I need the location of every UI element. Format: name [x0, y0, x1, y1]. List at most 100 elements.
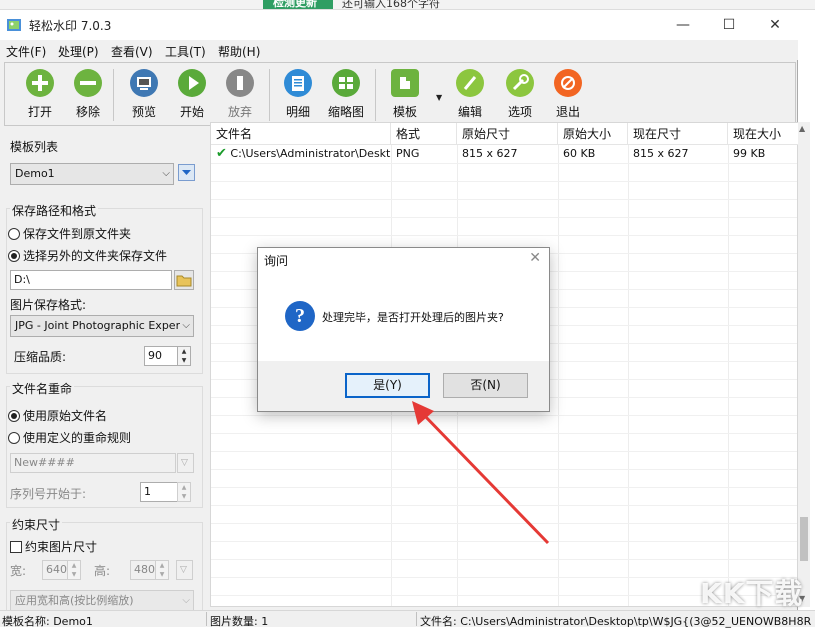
- grid-line: [211, 181, 797, 182]
- question-icon: ?: [285, 301, 315, 331]
- height-spinner[interactable]: ▲ ▼: [155, 560, 169, 580]
- chevron-down-icon: ⌵: [182, 595, 190, 606]
- format-select[interactable]: JPG - Joint Photographic Experts ( ⌵: [10, 315, 194, 337]
- width-input[interactable]: 640: [42, 560, 68, 580]
- exit-label: 退出: [555, 105, 580, 119]
- resize-mode-select[interactable]: 应用宽和高(按比例缩放) ⌵: [10, 590, 194, 612]
- minimize-button[interactable]: —: [660, 12, 706, 38]
- options-label: 选项: [507, 105, 532, 119]
- template-label: 模板: [392, 105, 417, 119]
- height-input[interactable]: 480: [130, 560, 156, 580]
- size-unit-dropdown[interactable]: ▽: [176, 560, 193, 580]
- template-button[interactable]: 模板: [380, 67, 430, 125]
- dialog-message: 处理完毕，是否打开处理后的图片夹?: [322, 311, 504, 324]
- abort-button[interactable]: 放弃: [215, 67, 265, 125]
- triangle-down-icon: [182, 170, 191, 175]
- edit-button[interactable]: 编辑: [445, 67, 495, 125]
- menu-view[interactable]: 查看(V): [111, 43, 153, 60]
- preview-label: 预览: [131, 105, 156, 119]
- start-button[interactable]: 开始: [167, 67, 217, 125]
- open-button[interactable]: 打开: [15, 67, 65, 125]
- column-header-orig-size[interactable]: 原始尺寸: [457, 123, 558, 145]
- quality-spinner[interactable]: ▲ ▼: [177, 346, 191, 366]
- app-icon: [7, 19, 21, 31]
- template-menu-button[interactable]: [178, 164, 195, 181]
- background-window: 检测更新 还可输入168个字符: [0, 0, 815, 10]
- grid-line: [211, 559, 797, 560]
- background-text: 还可输入168个字符: [342, 0, 440, 10]
- file-list-header: 文件名 格式 原始尺寸 原始大小 现在尺寸 现在大小: [211, 123, 799, 145]
- remove-button[interactable]: 移除: [63, 67, 113, 125]
- preview-button[interactable]: 预览: [119, 67, 169, 125]
- dialog-title: 询问: [264, 254, 289, 268]
- grid-line: [211, 199, 797, 200]
- radio-custom-name[interactable]: 使用定义的重命规则: [8, 429, 131, 446]
- options-icon: [506, 69, 534, 97]
- status-divider: [416, 612, 417, 626]
- checkmark-icon: ✔: [216, 146, 227, 161]
- scrollbar-thumb[interactable]: [800, 517, 808, 561]
- column-header-new-size[interactable]: 现在尺寸: [628, 123, 728, 145]
- template-list-title: 模板列表: [10, 140, 59, 154]
- radio-circle: [8, 432, 20, 444]
- options-button[interactable]: 选项: [495, 67, 545, 125]
- column-header-new-filesize[interactable]: 现在大小: [728, 123, 799, 145]
- maximize-button[interactable]: ☐: [706, 12, 752, 38]
- thumbnail-button[interactable]: 缩略图: [321, 67, 371, 125]
- radio-custom-name-label: 使用定义的重命规则: [23, 431, 132, 445]
- radio-save-other-label: 选择另外的文件夹保存文件: [23, 249, 168, 263]
- close-button[interactable]: ✕: [752, 12, 798, 38]
- height-label: 高:: [94, 564, 111, 578]
- start-label: 开始: [179, 105, 204, 119]
- quality-input[interactable]: 90: [144, 346, 178, 366]
- template-select-value: Demo1: [15, 167, 55, 180]
- toolbar-separator: [269, 69, 270, 121]
- detail-label: 明细: [285, 105, 310, 119]
- constrain-checkbox[interactable]: 约束图片尺寸: [10, 538, 97, 555]
- title-bar: 轻松水印 7.0.3 — ☐ ✕: [0, 10, 798, 40]
- column-header-orig-filesize[interactable]: 原始大小: [558, 123, 628, 145]
- browse-folder-button[interactable]: [174, 270, 194, 290]
- resize-mode-value: 应用宽和高(按比例缩放): [15, 594, 134, 607]
- radio-original-name[interactable]: 使用原始文件名: [8, 407, 107, 424]
- exit-button[interactable]: 退出: [543, 67, 593, 125]
- column-header-format[interactable]: 格式: [391, 123, 457, 145]
- toolbar-separator: [113, 69, 114, 121]
- width-spinner[interactable]: ▲ ▼: [67, 560, 81, 580]
- thumbnail-icon: [332, 69, 360, 97]
- chevron-down-icon: ⌵: [162, 168, 170, 179]
- grid-line: [211, 217, 797, 218]
- abort-label: 放弃: [227, 105, 252, 119]
- minus-icon: [74, 69, 102, 97]
- window-title: 轻松水印 7.0.3: [29, 19, 112, 33]
- grid-line: [211, 163, 797, 164]
- radio-save-original[interactable]: 保存文件到原文件夹: [8, 225, 131, 242]
- menu-bar: 文件(F) 处理(P) 查看(V) 工具(T) 帮助(H): [0, 40, 798, 60]
- quality-label: 压缩品质:: [14, 350, 67, 364]
- seq-start-input[interactable]: 1: [140, 482, 178, 502]
- file-name-value: C:\Users\Administrator\Deskt...: [230, 147, 391, 160]
- rename-pattern-input[interactable]: New####: [10, 453, 176, 473]
- format-cell: PNG: [396, 147, 420, 160]
- scroll-up-icon[interactable]: ▲: [799, 124, 805, 133]
- exit-icon: [554, 69, 582, 97]
- rename-pattern-dropdown[interactable]: ▽: [177, 453, 194, 473]
- toolbar-separator: [375, 69, 376, 121]
- menu-tools[interactable]: 工具(T): [165, 43, 206, 60]
- checkbox-box: [10, 541, 22, 553]
- open-label: 打开: [27, 105, 52, 119]
- save-path-input[interactable]: D:\: [10, 270, 172, 290]
- menu-process[interactable]: 处理(P): [58, 43, 99, 60]
- column-header-filename[interactable]: 文件名: [211, 123, 391, 145]
- template-dropdown-icon[interactable]: ▼: [436, 93, 442, 102]
- radio-save-other[interactable]: 选择另外的文件夹保存文件: [8, 247, 167, 264]
- menu-file[interactable]: 文件(F): [6, 43, 46, 60]
- dialog-close-icon[interactable]: ✕: [529, 250, 541, 266]
- radio-original-name-label: 使用原始文件名: [23, 409, 108, 423]
- template-select[interactable]: Demo1 ⌵: [10, 163, 174, 185]
- menu-help[interactable]: 帮助(H): [218, 43, 260, 60]
- vertical-scrollbar[interactable]: ▲ ▼: [798, 122, 810, 607]
- edit-label: 编辑: [457, 105, 482, 119]
- detail-button[interactable]: 明细: [273, 67, 323, 125]
- seq-start-spinner[interactable]: ▲ ▼: [177, 482, 191, 502]
